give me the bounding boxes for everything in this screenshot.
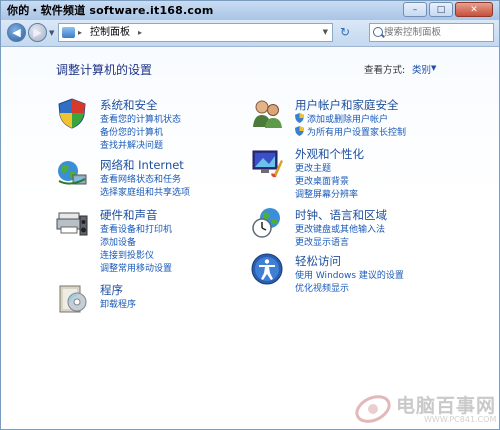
category-title[interactable]: 系统和安全 xyxy=(100,97,158,113)
uac-shield-icon xyxy=(295,113,304,123)
ease-of-access-icon[interactable] xyxy=(251,253,283,285)
view-by-chevron-icon[interactable]: ▼ xyxy=(431,64,436,72)
category-link[interactable]: 更改显示语言 xyxy=(295,235,349,248)
category-link[interactable]: 备份您的计算机 xyxy=(100,125,163,138)
category-link[interactable]: 更改桌面背景 xyxy=(295,174,349,187)
control-panel-window: 你的・软件频道 software.it168.com – □ ✕ ◀ ▶ ▼ ▸… xyxy=(0,0,500,430)
refresh-button[interactable]: ↻ xyxy=(338,25,352,40)
appearance-icon[interactable] xyxy=(251,146,283,178)
hardware-sound-icon[interactable] xyxy=(56,207,88,239)
category-link[interactable]: 查看网络状态和任务 xyxy=(100,172,181,185)
maximize-button[interactable]: □ xyxy=(429,2,453,17)
category-title[interactable]: 外观和个性化 xyxy=(295,146,364,162)
search-icon xyxy=(373,27,383,37)
address-dropdown-chevron-icon[interactable]: ▼ xyxy=(323,24,328,41)
category-link[interactable]: 查看您的计算机状态 xyxy=(100,112,181,125)
address-bar[interactable]: ▸ 控制面板 ▸ ▼ xyxy=(58,23,333,42)
breadcrumb-separator[interactable]: ▸ xyxy=(78,24,82,41)
title-bar: 你的・软件频道 software.it168.com – □ ✕ xyxy=(1,1,499,20)
category-link[interactable]: 调整屏幕分辨率 xyxy=(295,187,358,200)
breadcrumb-control-panel[interactable]: 控制面板 xyxy=(90,24,130,41)
watermark-logo-sub: WWW.PC841.COM xyxy=(424,415,497,424)
watermark-logo: 电脑百事网 WWW.PC841.COM xyxy=(353,389,499,429)
category-title[interactable]: 程序 xyxy=(100,282,123,298)
control-panel-icon xyxy=(62,27,75,38)
network-internet-icon[interactable] xyxy=(56,157,88,189)
category-link[interactable]: 更改主题 xyxy=(295,161,331,174)
breadcrumb-separator[interactable]: ▸ xyxy=(138,24,142,41)
minimize-button[interactable]: – xyxy=(403,2,427,17)
search-box[interactable] xyxy=(369,23,494,42)
uac-shield-icon xyxy=(295,126,304,136)
category-title[interactable]: 用户帐户和家庭安全 xyxy=(295,97,399,113)
window-buttons: – □ ✕ xyxy=(403,2,493,17)
main-content: 调整计算机的设置 查看方式: 类别 ▼ 系统和安全 查看您的计算机状态 备份您的… xyxy=(1,47,499,429)
search-input[interactable] xyxy=(384,25,488,39)
watermark-logo-text: 电脑百事网 xyxy=(396,395,497,417)
page-title: 调整计算机的设置 xyxy=(56,63,153,77)
category-link[interactable]: 更改键盘或其他输入法 xyxy=(295,222,385,235)
category-link[interactable]: 连接到投影仪 xyxy=(100,248,154,261)
category-link[interactable]: 查找并解决问题 xyxy=(100,138,163,151)
view-by-dropdown[interactable]: 类别 xyxy=(412,62,431,76)
programs-icon[interactable] xyxy=(56,282,88,314)
category-title[interactable]: 硬件和声音 xyxy=(100,207,158,223)
category-link[interactable]: 为所有用户设置家长控制 xyxy=(307,125,406,138)
system-security-icon[interactable] xyxy=(56,97,88,129)
recent-pages-chevron-icon[interactable]: ▼ xyxy=(49,29,54,37)
close-button[interactable]: ✕ xyxy=(455,2,493,17)
pc841-logo-icon xyxy=(355,395,391,423)
user-accounts-icon[interactable] xyxy=(251,97,283,129)
category-link[interactable]: 添加或删除用户帐户 xyxy=(307,112,388,125)
category-link[interactable]: 调整常用移动设置 xyxy=(100,261,172,274)
category-title[interactable]: 网络和 Internet xyxy=(100,157,184,173)
watermark-text: 你的・软件频道 software.it168.com xyxy=(7,4,214,17)
category-title[interactable]: 时钟、语言和区域 xyxy=(295,207,387,223)
category-link[interactable]: 查看设备和打印机 xyxy=(100,222,172,235)
category-link[interactable]: 选择家庭组和共享选项 xyxy=(100,185,190,198)
view-by-label: 查看方式: xyxy=(364,65,406,76)
forward-button[interactable]: ▶ xyxy=(28,23,47,42)
back-button[interactable]: ◀ xyxy=(7,23,26,42)
category-title[interactable]: 轻松访问 xyxy=(295,253,341,269)
category-link[interactable]: 卸载程序 xyxy=(100,297,136,310)
category-link[interactable]: 添加设备 xyxy=(100,235,136,248)
category-link[interactable]: 使用 Windows 建议的设置 xyxy=(295,268,404,281)
clock-language-region-icon[interactable] xyxy=(251,207,283,239)
category-link[interactable]: 优化视频显示 xyxy=(295,281,349,294)
navigation-bar: ◀ ▶ ▼ ▸ 控制面板 ▸ ▼ ↻ xyxy=(1,20,499,47)
